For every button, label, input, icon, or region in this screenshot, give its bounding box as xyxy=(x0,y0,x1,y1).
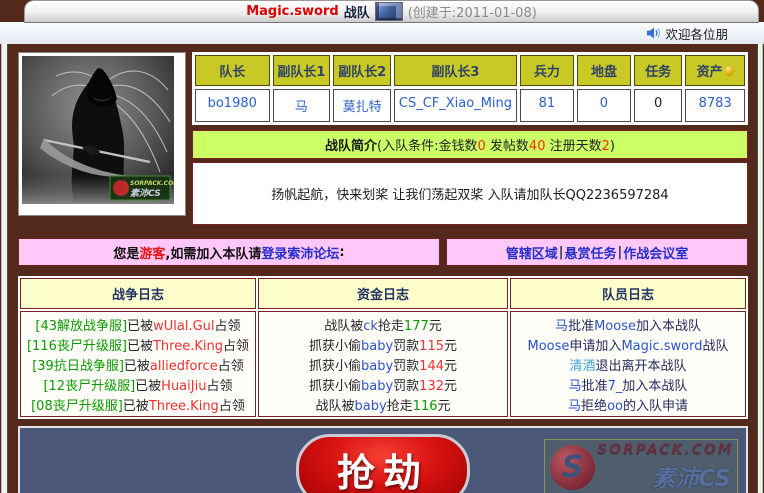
image-watermark: SORPACK.COM 素沛CS xyxy=(110,176,174,200)
stat-header-vice1: 副队长1 xyxy=(273,55,331,86)
speaker-icon xyxy=(646,26,661,40)
join-cond-mid2: 注册天数 xyxy=(545,139,601,154)
member-log-header: 队员日志 xyxy=(510,278,746,309)
log-entry: 抓获小偷baby罚款115元 xyxy=(260,335,506,354)
team-name: Magic.sword xyxy=(246,4,339,19)
stat-value-troops: 81 xyxy=(520,89,574,122)
war-log-list: [43解放战争服]已被wUlal.Gul占领[116丧尸升级服]已被Three.… xyxy=(20,311,256,417)
war-room-link[interactable]: 作战会议室 xyxy=(623,243,688,262)
stat-value-territory: 0 xyxy=(577,89,631,122)
join-cond-mid1: 发帖数 xyxy=(486,139,529,154)
watermark-domain: SORPACK.COM xyxy=(597,442,731,458)
stat-value-assets: 8783 xyxy=(685,89,745,122)
log-entry: [12丧尸升级服]已被HuaiJiu占领 xyxy=(22,375,254,394)
guest-word: 游客 xyxy=(139,243,165,262)
coin-icon xyxy=(725,66,734,75)
main-panel: SORPACK.COM 素沛CS 队长 副队长1 副队长2 副队长3 兵力 地盘… xyxy=(0,44,764,493)
svg-text:素沛CS: 素沛CS xyxy=(130,188,161,199)
link-separator: | xyxy=(617,245,624,260)
guest-mid: ,如需加入本队请 xyxy=(165,243,261,262)
join-cond-money: 0 xyxy=(478,139,486,154)
log-entry: [116丧尸升级服]已被Three.King占领 xyxy=(22,335,254,354)
log-entry: [39抗日战争服]已被alliedforce占领 xyxy=(22,355,254,374)
stat-value-tasks: 0 xyxy=(634,89,682,122)
log-entry: 战队被baby抢走116元 xyxy=(260,395,506,414)
quick-links-bar: 管辖区域|悬赏任务|作战会议室 xyxy=(446,238,748,266)
team-badge-icon xyxy=(375,2,403,21)
log-entry: 马拒绝oo的入队申请 xyxy=(512,395,744,414)
join-cond-prefix: (入队条件:金钱数 xyxy=(377,139,477,154)
intro-description-box: 扬帆起航，快来划桨 让我们荡起双桨 入队请加队长QQ2236597284 xyxy=(192,162,748,225)
member-log-list: 马批准Moose加入本战队Moose申请加入Magic.sword战队清酒退出离… xyxy=(510,311,746,417)
stat-header-captain: 队长 xyxy=(195,55,270,86)
log-entry: [08丧尸升级服]已被Three.King占领 xyxy=(22,395,254,414)
join-cond-days: 2 xyxy=(602,139,610,154)
link-separator: | xyxy=(558,245,565,260)
created-date: (创建于:2011-01-08) xyxy=(408,2,537,21)
stats-column: 队长 副队长1 副队长2 副队长3 兵力 地盘 任务 资产 bo1980 马 莫… xyxy=(192,52,748,225)
guest-bar-row: 您是游客,如需加入本队请登录索沛论坛: 管辖区域|悬赏任务|作战会议室 xyxy=(18,238,748,266)
svg-text:SORPACK.COM: SORPACK.COM xyxy=(130,180,174,187)
team-name-suffix: 战队 xyxy=(344,2,370,21)
join-cond-posts: 40 xyxy=(529,139,546,154)
guest-suffix: : xyxy=(339,245,344,260)
funds-log-header: 资金日志 xyxy=(258,278,508,309)
guest-login-bar: 您是游客,如需加入本队请登录索沛论坛: xyxy=(18,238,440,266)
team-title-tab: Magic.sword 战队 (创建于:2011-01-08) xyxy=(24,0,759,23)
welcome-text: 欢迎各位朋 xyxy=(665,24,728,43)
intro-description: 扬帆起航，快来划桨 让我们荡起双桨 入队请加队长QQ2236597284 xyxy=(271,184,668,203)
login-forum-link[interactable]: 登录索沛论坛 xyxy=(261,243,339,262)
log-entry: 清酒退出离开本战队 xyxy=(512,355,744,374)
stat-value-vice1: 马 xyxy=(273,89,331,122)
join-cond-suffix: ) xyxy=(610,139,615,154)
stat-header-assets: 资产 xyxy=(685,55,745,86)
log-entry: 战队被ck抢走177元 xyxy=(260,315,506,334)
stat-header-vice3: 副队长3 xyxy=(394,55,517,86)
log-entry: 马批准Moose加入本战队 xyxy=(512,315,744,334)
stat-value-captain: bo1980 xyxy=(195,89,270,122)
watermark-brand: 素沛CS xyxy=(597,459,731,493)
logs-section: 战争日志 资金日志 队员日志 [43解放战争服]已被wUlal.Gul占领[11… xyxy=(18,276,748,419)
sorpack-logo-icon: S xyxy=(550,445,595,490)
log-entry: Moose申请加入Magic.sword战队 xyxy=(512,335,744,354)
stat-header-vice2: 副队长2 xyxy=(333,55,391,86)
team-emblem-image: SORPACK.COM 素沛CS xyxy=(18,52,186,216)
stats-table: 队长 副队长1 副队长2 副队长3 兵力 地盘 任务 资产 bo1980 马 莫… xyxy=(192,52,748,125)
stat-header-troops: 兵力 xyxy=(520,55,574,86)
intro-title: 战队简介 xyxy=(325,139,377,154)
page-frame: Magic.sword 战队 (创建于:2011-01-08) 欢迎各位朋 xyxy=(0,0,764,493)
top-row: SORPACK.COM 素沛CS 队长 副队长1 副队长2 副队长3 兵力 地盘… xyxy=(18,52,748,225)
bounty-link[interactable]: 悬赏任务 xyxy=(564,243,616,262)
log-entry: [43解放战争服]已被wUlal.Gul占领 xyxy=(22,315,254,334)
rob-button[interactable]: 抢劫 xyxy=(296,434,470,493)
log-entry: 马批准7_加入本战队 xyxy=(512,375,744,394)
assets-label: 资产 xyxy=(697,61,723,80)
war-log-header: 战争日志 xyxy=(20,278,256,309)
action-footer: 抢劫 S SORPACK.COM 素沛CS xyxy=(18,426,748,493)
guest-pre: 您是 xyxy=(113,243,139,262)
stat-header-tasks: 任务 xyxy=(634,55,682,86)
stat-header-territory: 地盘 xyxy=(577,55,631,86)
grim-reaper-art: SORPACK.COM 素沛CS xyxy=(22,56,174,204)
territory-link[interactable]: 管辖区域 xyxy=(506,243,558,262)
welcome-bar: 欢迎各位朋 xyxy=(0,22,764,45)
top-tab-bar: Magic.sword 战队 (创建于:2011-01-08) xyxy=(0,0,764,22)
sorpack-watermark: S SORPACK.COM 素沛CS xyxy=(544,439,738,493)
log-entry: 抓获小偷baby罚款144元 xyxy=(260,355,506,374)
funds-log-list: 战队被ck抢走177元抓获小偷baby罚款115元抓获小偷baby罚款144元抓… xyxy=(258,311,508,417)
log-entry: 抓获小偷baby罚款132元 xyxy=(260,375,506,394)
stat-value-vice2: 莫扎特 xyxy=(333,89,391,122)
stat-value-vice3: CS_CF_Xiao_Ming xyxy=(394,89,517,122)
intro-header-bar: 战队简介(入队条件:金钱数0 发帖数40 注册天数2) xyxy=(192,130,748,159)
